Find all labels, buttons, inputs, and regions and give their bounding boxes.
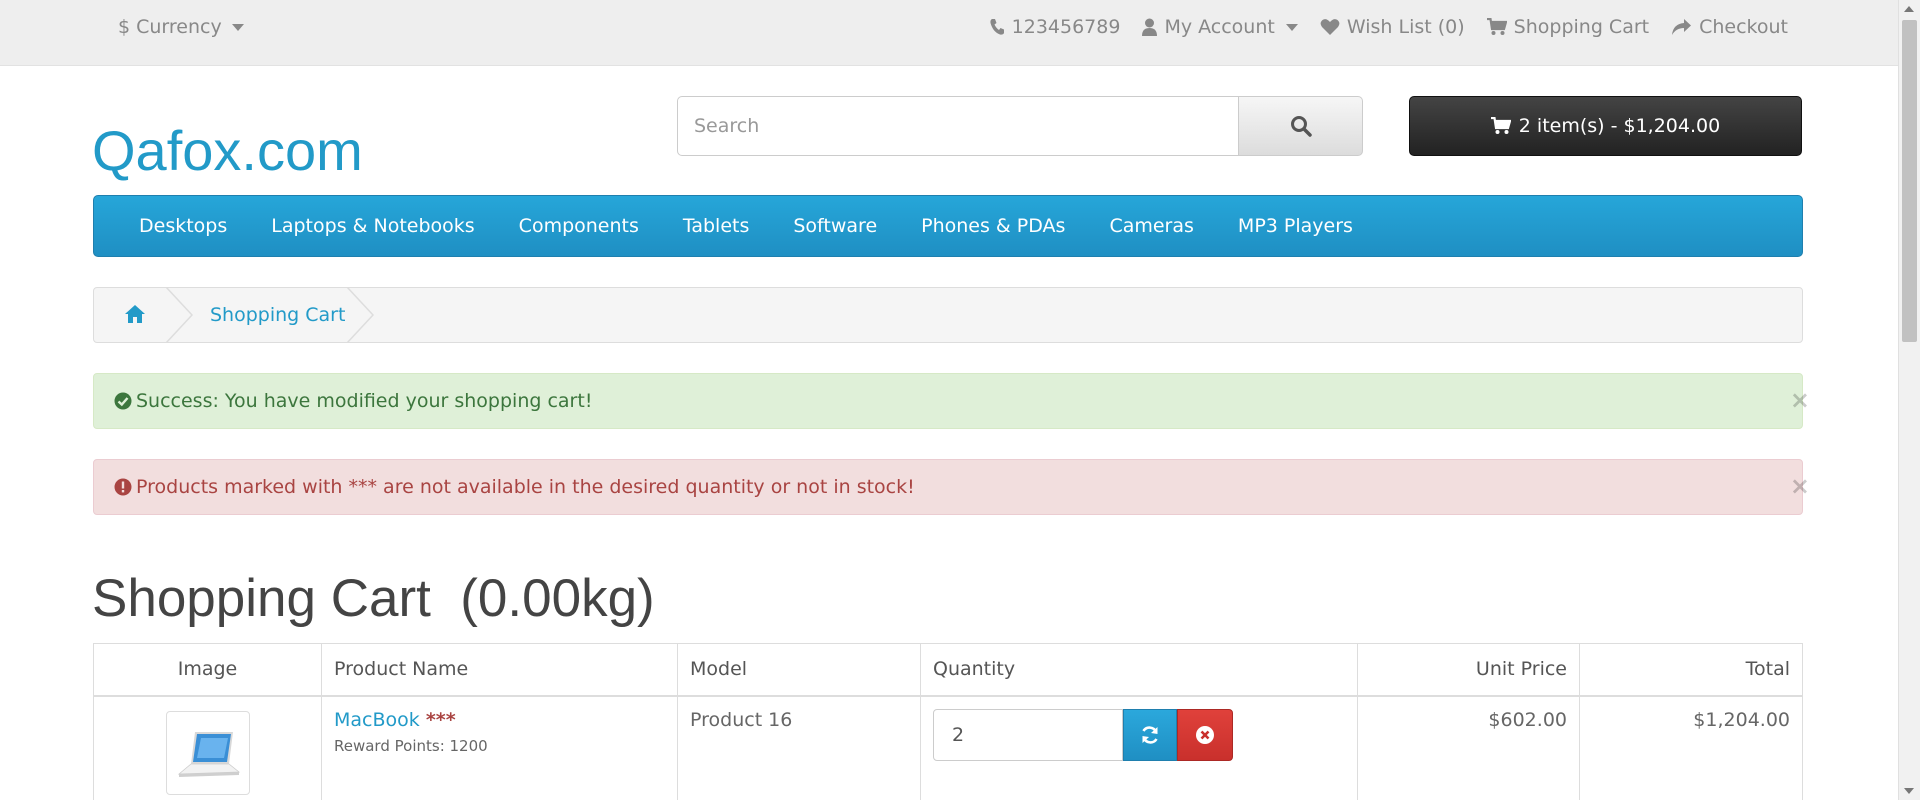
- menu-item-software[interactable]: Software: [793, 215, 877, 237]
- phone-link[interactable]: 123456789: [989, 16, 1121, 38]
- table-row: MacBook *** Reward Points: 1200 Product …: [93, 695, 1803, 800]
- header-quantity: Quantity: [920, 643, 1358, 697]
- shopping-cart-link[interactable]: Shopping Cart: [1486, 16, 1650, 38]
- phone-icon: [990, 19, 1004, 35]
- quantity-group: [933, 708, 1233, 761]
- menu-item-mp3-players[interactable]: MP3 Players: [1238, 215, 1353, 237]
- scroll-up-arrow-icon[interactable]: [1904, 6, 1914, 12]
- quantity-cell: [920, 695, 1358, 800]
- success-alert-text: Success: You have modified your shopping…: [136, 390, 593, 412]
- product-model: Product 16: [677, 695, 921, 800]
- line-total: $1,204.00: [1579, 695, 1803, 800]
- remove-circle-icon: [1196, 725, 1214, 744]
- cart-total-button[interactable]: 2 item(s) - $1,204.00: [1409, 96, 1802, 156]
- page-title: Shopping Cart (0.00kg): [92, 569, 655, 628]
- currency-dropdown[interactable]: $ Currency: [118, 16, 244, 38]
- product-image-cell: [93, 695, 322, 800]
- laptop-image: [177, 731, 240, 777]
- search-button[interactable]: [1239, 96, 1363, 156]
- menu-item-components[interactable]: Components: [519, 215, 639, 237]
- wishlist-label: Wish List (0): [1346, 16, 1465, 38]
- breadcrumb-home[interactable]: [124, 304, 146, 328]
- remove-item-button[interactable]: [1177, 708, 1233, 761]
- breadcrumb-shopping-cart[interactable]: Shopping Cart: [210, 304, 345, 326]
- product-name-cell: MacBook *** Reward Points: 1200: [321, 695, 678, 800]
- caret-down-icon: [231, 23, 244, 31]
- quantity-input[interactable]: [933, 708, 1123, 761]
- update-quantity-button[interactable]: [1123, 708, 1177, 761]
- currency-symbol: $: [118, 16, 131, 38]
- breadcrumb-separator: [347, 287, 375, 343]
- top-bar: $ Currency 123456789 My Account Wish Lis…: [0, 0, 1898, 66]
- menu-item-cameras[interactable]: Cameras: [1109, 215, 1193, 237]
- header-total: Total: [1579, 643, 1803, 697]
- refresh-icon: [1142, 725, 1158, 744]
- my-account-label: My Account: [1164, 16, 1275, 38]
- cart-icon: [1490, 117, 1511, 134]
- cart-table: Image Product Name Model Quantity Unit P…: [93, 643, 1803, 800]
- shopping-cart-label: Shopping Cart: [1513, 16, 1650, 38]
- currency-label: Currency: [136, 16, 222, 38]
- scrollbar-thumb[interactable]: [1902, 20, 1917, 342]
- checkout-label: Checkout: [1699, 16, 1788, 38]
- header-model: Model: [677, 643, 921, 697]
- table-header-row: Image Product Name Model Quantity Unit P…: [93, 643, 1803, 697]
- check-circle-icon: [114, 392, 132, 410]
- cart-icon: [1486, 18, 1507, 35]
- wishlist-link[interactable]: Wish List (0): [1320, 16, 1465, 38]
- menu-item-desktops[interactable]: Desktops: [139, 215, 227, 237]
- share-icon: [1672, 19, 1692, 35]
- product-link[interactable]: MacBook: [334, 709, 420, 731]
- site-logo[interactable]: Qafox.com: [92, 118, 363, 183]
- product-thumbnail[interactable]: [165, 710, 250, 795]
- user-icon: [1142, 18, 1158, 36]
- unit-price: $602.00: [1357, 695, 1580, 800]
- success-alert: Success: You have modified your shopping…: [93, 373, 1810, 429]
- page-scrollbar[interactable]: [1898, 0, 1920, 800]
- header-unit-price: Unit Price: [1357, 643, 1580, 697]
- scroll-down-arrow-icon[interactable]: [1904, 788, 1914, 794]
- heart-icon: [1320, 19, 1340, 35]
- header-product-name: Product Name: [321, 643, 678, 697]
- home-icon: [125, 305, 145, 323]
- breadcrumb: Shopping Cart: [93, 287, 1803, 343]
- checkout-link[interactable]: Checkout: [1671, 16, 1788, 38]
- menu-item-tablets[interactable]: Tablets: [683, 215, 749, 237]
- cart-total-label: 2 item(s) - $1,204.00: [1518, 115, 1721, 137]
- stock-warning-text: Products marked with *** are not availab…: [136, 476, 915, 498]
- reward-points: Reward Points: 1200: [334, 736, 488, 755]
- menu-item-phones-pdas[interactable]: Phones & PDAs: [921, 215, 1065, 237]
- close-icon[interactable]: ×: [1790, 472, 1810, 500]
- close-icon[interactable]: ×: [1790, 386, 1810, 414]
- my-account-dropdown[interactable]: My Account: [1142, 16, 1298, 38]
- search-group: [677, 96, 1363, 156]
- header-image: Image: [93, 643, 322, 697]
- exclamation-circle-icon: [114, 478, 132, 496]
- breadcrumb-separator: [166, 287, 194, 343]
- search-input[interactable]: [677, 96, 1239, 156]
- out-of-stock-marker: ***: [425, 708, 456, 731]
- stock-warning-alert: Products marked with *** are not availab…: [93, 459, 1810, 515]
- search-icon: [1290, 116, 1312, 137]
- caret-down-icon: [1285, 23, 1298, 31]
- phone-number: 123456789: [1011, 16, 1121, 38]
- main-menu: Desktops Laptops & Notebooks Components …: [93, 195, 1803, 257]
- menu-item-laptops-notebooks[interactable]: Laptops & Notebooks: [271, 215, 474, 237]
